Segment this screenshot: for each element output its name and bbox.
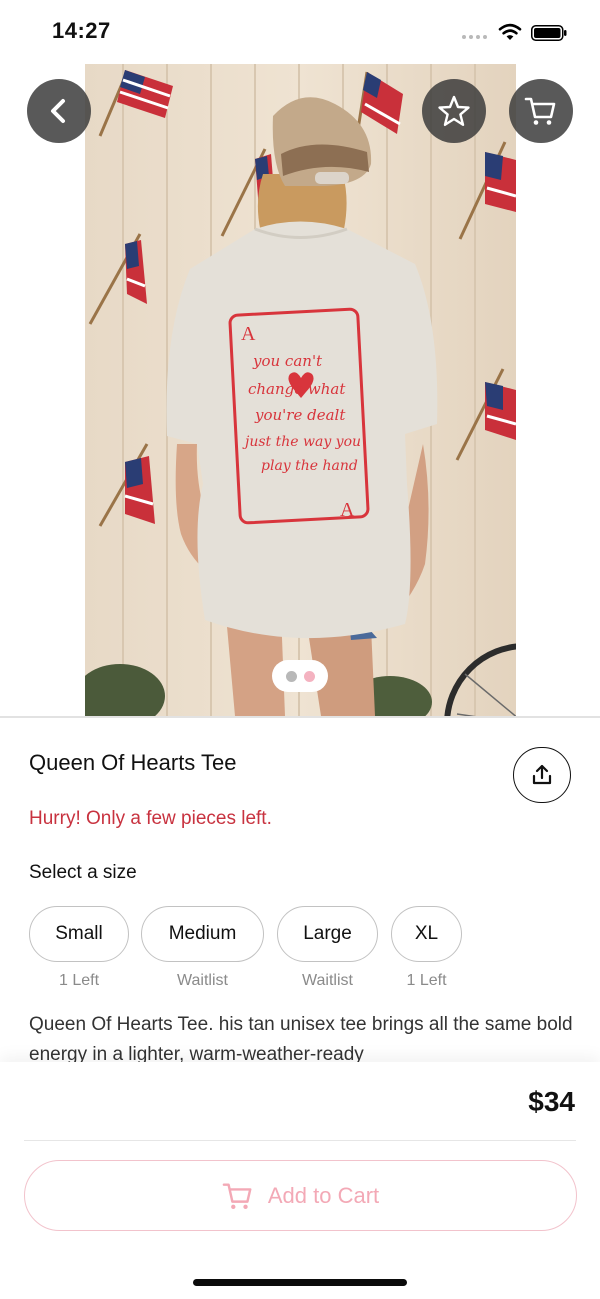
share-icon	[532, 764, 552, 785]
cart-icon	[524, 97, 556, 125]
stock-warning: Hurry! Only a few pieces left.	[29, 808, 272, 829]
size-option-small[interactable]: Small	[29, 906, 129, 962]
size-availability-xl: 1 Left	[406, 972, 447, 989]
size-heading: Select a size	[29, 862, 137, 883]
print-line-1: you can't	[252, 352, 323, 370]
home-indicator[interactable]	[193, 1279, 407, 1286]
pager-dot[interactable]	[303, 670, 315, 682]
share-button[interactable]	[513, 747, 571, 803]
print-line-3: you're dealt	[254, 406, 346, 424]
size-option-medium[interactable]: Medium	[141, 906, 264, 962]
product-photo: A A you can't change what you're dealt j…	[85, 64, 516, 716]
print-line-4: just the way you	[242, 434, 361, 450]
product-title: Queen Of Hearts Tee	[29, 750, 237, 775]
back-button[interactable]	[27, 79, 91, 143]
card-rank-top: A	[241, 323, 256, 345]
size-availability-small: 1 Left	[58, 972, 100, 989]
size-availability-medium: Waitlist	[177, 972, 228, 989]
wifi-icon	[498, 23, 522, 40]
favorite-button[interactable]	[422, 79, 486, 143]
chevron-left-icon	[51, 99, 65, 123]
status-bar: 14:27	[0, 0, 600, 64]
product-image-carousel[interactable]: A A you can't change what you're dealt j…	[0, 64, 600, 716]
print-line-5: play the hand	[261, 458, 358, 474]
cart-icon	[222, 1182, 252, 1209]
add-to-cart-label: Add to Cart	[267, 1182, 380, 1208]
product-description: Queen Of Hearts Tee. his tan unisex tee …	[29, 1014, 573, 1065]
cellular-signal-icon	[462, 35, 487, 39]
image-pager[interactable]	[272, 660, 328, 692]
status-time: 14:27	[52, 18, 111, 43]
price: $34	[528, 1086, 575, 1117]
star-outline-icon	[438, 95, 470, 126]
size-option-xl[interactable]: XL	[391, 906, 462, 962]
add-to-cart-button[interactable]: Add to Cart	[24, 1160, 577, 1231]
divider	[24, 1140, 576, 1141]
battery-icon	[531, 25, 567, 41]
size-option-large[interactable]: Large	[277, 906, 378, 962]
size-availability-large: Waitlist	[302, 972, 353, 989]
cart-button[interactable]	[509, 79, 573, 143]
print-line-2: change what	[248, 380, 346, 398]
divider	[0, 716, 600, 718]
card-rank-bottom: A	[340, 499, 355, 521]
pager-dot[interactable]	[285, 670, 297, 682]
